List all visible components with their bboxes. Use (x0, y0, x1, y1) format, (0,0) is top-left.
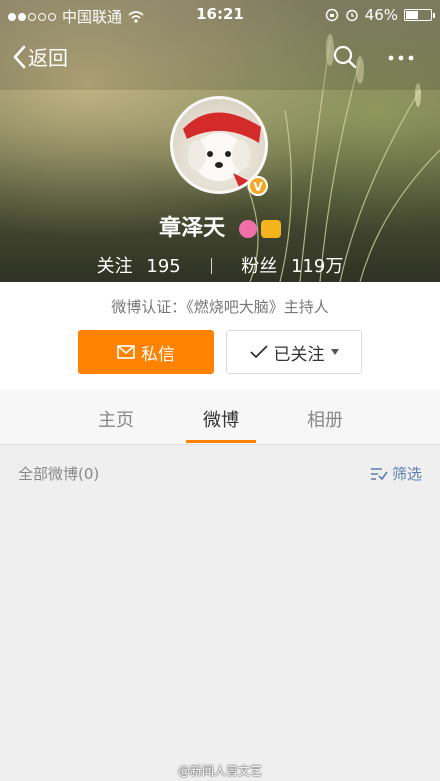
back-button[interactable]: 返回 (12, 42, 68, 71)
stats-divider (210, 258, 212, 274)
watermark: @新闻人曾文艺 (177, 764, 262, 778)
chevron-left-icon (13, 45, 26, 68)
message-button[interactable]: 私信 (78, 330, 214, 374)
search-icon (333, 45, 357, 69)
tab-home[interactable]: 主页 (81, 406, 151, 432)
followers-label: 粉丝 (241, 256, 278, 277)
filter-label: 筛选 (391, 465, 422, 483)
profile-header: 中国联通 16:21 46% 返回 V 章泽天 关注 195 粉丝 119万 (0, 0, 440, 282)
profile-info: 微博认证：《燃烧吧大脑》主持人 私信 已关注 (0, 282, 440, 390)
followers-count: 119万 (290, 256, 344, 277)
verification-text: 微博认证：《燃烧吧大脑》主持人 (111, 298, 329, 316)
profile-tabs: 主页 微博 相册 (0, 390, 440, 445)
all-posts-label: 全部微博(0) (18, 465, 100, 483)
more-icon (388, 55, 414, 61)
filter-button[interactable]: 筛选 (370, 463, 422, 484)
profile-name: 章泽天 (159, 216, 226, 241)
search-button[interactable] (332, 44, 358, 74)
alarm-icon (345, 9, 358, 22)
member-badge-icon[interactable] (238, 220, 257, 238)
following-count: 195 (146, 256, 181, 277)
filter-icon (370, 467, 388, 480)
message-label: 私信 (141, 344, 175, 365)
followers-stat[interactable]: 粉丝 119万 (237, 256, 347, 277)
active-tab-indicator (186, 440, 256, 443)
check-icon (249, 345, 268, 359)
following-button[interactable]: 已关注 (226, 330, 362, 374)
more-button[interactable] (386, 44, 416, 76)
following-button-label: 已关注 (273, 344, 325, 365)
tab-album[interactable]: 相册 (290, 406, 360, 432)
back-label: 返回 (28, 46, 68, 70)
following-label: 关注 (96, 256, 133, 277)
nav-bar: 返回 (0, 34, 440, 80)
crown-badge-icon[interactable] (260, 220, 281, 238)
profile-name-row: 章泽天 (0, 210, 440, 242)
mail-icon (117, 345, 135, 359)
rotation-lock-icon (325, 8, 338, 22)
feed-filter-bar: 全部微博(0) 筛选 (0, 445, 440, 499)
battery-percent: 46% (364, 6, 398, 24)
caret-down-icon (330, 349, 339, 355)
status-bar: 中国联通 16:21 46% (0, 0, 440, 30)
battery-icon (404, 9, 435, 21)
tab-weibo[interactable]: 微博 (186, 406, 256, 432)
verified-badge: V (248, 176, 268, 196)
following-stat[interactable]: 关注 195 (93, 256, 191, 277)
follow-stats: 关注 195 粉丝 119万 (0, 252, 440, 278)
